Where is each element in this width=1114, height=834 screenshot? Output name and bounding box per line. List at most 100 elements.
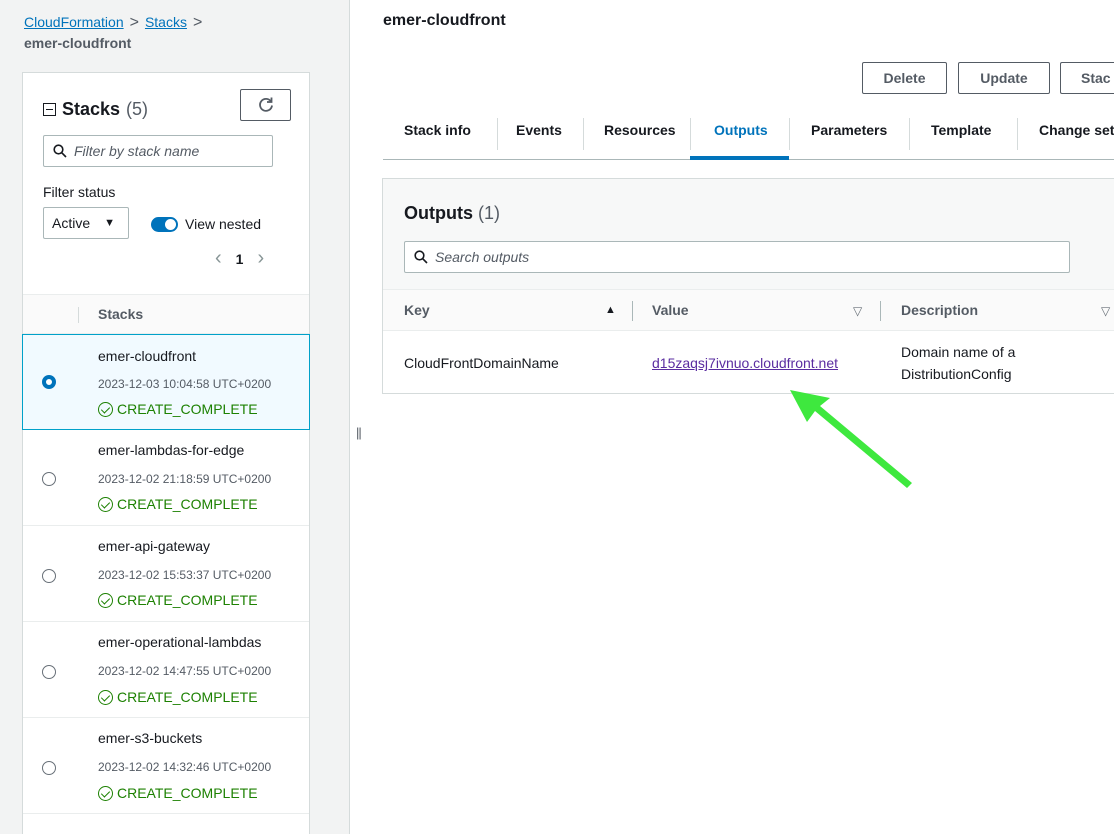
outputs-header: Outputs (1) Search outputs (383, 179, 1114, 289)
stack-name: emer-cloudfront (98, 348, 197, 364)
stack-row[interactable]: emer-api-gateway 2023-12-02 15:53:37 UTC… (23, 526, 309, 622)
tab-events[interactable]: Events (516, 122, 562, 138)
refresh-button[interactable] (240, 89, 291, 121)
check-circle-icon (98, 592, 113, 608)
stack-actions-button[interactable]: Stac (1060, 62, 1114, 94)
outputs-table-header: Key ▲ Value ▽ Description ▽ (383, 289, 1114, 331)
column-header-description[interactable]: Description (901, 302, 978, 318)
status-select[interactable]: Active ▼ (43, 207, 129, 239)
stack-name: emer-operational-lambdas (98, 634, 262, 650)
stack-row[interactable]: emer-operational-lambdas 2023-12-02 14:4… (23, 622, 309, 718)
active-tab-indicator (690, 156, 789, 160)
panel-resize-handle[interactable]: || (356, 425, 362, 440)
stack-date: 2023-12-03 10:04:58 UTC+0200 (98, 377, 272, 391)
tab-separator (583, 118, 584, 150)
column-divider (78, 307, 79, 323)
stack-row[interactable]: emer-cloudfront 2023-12-03 10:04:58 UTC+… (22, 334, 310, 430)
stack-radio[interactable] (42, 665, 56, 679)
filter-placeholder: Filter by stack name (74, 143, 200, 159)
page-number[interactable]: 1 (236, 251, 244, 267)
breadcrumb-stacks[interactable]: Stacks (145, 14, 187, 30)
view-nested-toggle[interactable] (151, 217, 178, 232)
column-separator (880, 301, 881, 321)
check-circle-icon (98, 401, 113, 417)
search-icon (414, 250, 428, 264)
stack-radio[interactable] (42, 375, 56, 389)
column-header-value[interactable]: Value (652, 302, 689, 318)
output-key: CloudFrontDomainName (404, 355, 559, 371)
check-circle-icon (98, 689, 113, 705)
sort-ascending-icon[interactable]: ▲ (605, 304, 616, 316)
tab-separator (909, 118, 910, 150)
tab-stack-info[interactable]: Stack info (404, 122, 471, 138)
stacks-title: Stacks (62, 99, 121, 119)
stack-row[interactable]: emer-lambdas-for-edge 2023-12-02 21:18:5… (23, 430, 309, 526)
breadcrumb: CloudFormation > Stacks > emer-cloudfront (24, 12, 208, 53)
breadcrumb-cloudformation[interactable]: CloudFormation (24, 14, 124, 30)
check-circle-icon (98, 785, 113, 801)
caret-down-icon: ▼ (104, 217, 116, 229)
stack-date: 2023-12-02 21:18:59 UTC+0200 (98, 472, 272, 486)
column-separator (632, 301, 633, 321)
chevron-right-icon[interactable]: › (257, 247, 264, 270)
outputs-title: Outputs (1) (404, 203, 500, 224)
output-value-link[interactable]: d15zaqsj7ivnuo.cloudfront.net (652, 355, 838, 371)
tab-separator (690, 118, 691, 150)
update-button[interactable]: Update (958, 62, 1050, 94)
outputs-count: (1) (478, 203, 500, 223)
column-header-key[interactable]: Key (404, 302, 430, 318)
status-label: CREATE_COMPLETE (117, 592, 258, 608)
outputs-title-text: Outputs (404, 203, 473, 223)
search-outputs-placeholder: Search outputs (435, 249, 530, 265)
search-outputs-input[interactable]: Search outputs (404, 241, 1070, 273)
tab-template[interactable]: Template (931, 122, 991, 138)
tab-change-sets[interactable]: Change set (1039, 122, 1114, 138)
stacks-card: Stacks (5) Filter by stack name Filter s… (22, 72, 310, 834)
tab-outputs[interactable]: Outputs (714, 122, 768, 138)
filter-status-label: Filter status (43, 184, 116, 200)
filter-stacks-input[interactable]: Filter by stack name (43, 135, 273, 167)
stack-date: 2023-12-02 14:47:55 UTC+0200 (98, 664, 272, 678)
stack-radio[interactable] (42, 761, 56, 775)
chevron-left-icon[interactable]: ‹ (215, 247, 222, 270)
stacks-column-header: Stacks (98, 306, 144, 322)
status-label: CREATE_COMPLETE (117, 689, 258, 705)
tab-bar: Stack info Events Resources Outputs Para… (383, 110, 1114, 160)
outputs-panel: Outputs (1) Search outputs Key ▲ Value ▽ … (382, 178, 1114, 394)
tab-separator (1017, 118, 1018, 150)
annotation-arrow (790, 390, 912, 488)
tab-parameters[interactable]: Parameters (811, 122, 887, 138)
stack-status: CREATE_COMPLETE (98, 496, 258, 512)
stacks-list-header: Stacks (23, 294, 309, 334)
stack-name: emer-api-gateway (98, 538, 211, 554)
stack-date: 2023-12-02 15:53:37 UTC+0200 (98, 568, 272, 582)
sort-icon[interactable]: ▽ (1101, 304, 1110, 318)
page-title: emer-cloudfront (383, 12, 506, 29)
refresh-icon (258, 97, 273, 112)
delete-button[interactable]: Delete (862, 62, 947, 94)
sort-icon[interactable]: ▽ (853, 304, 862, 318)
collapse-icon[interactable] (43, 103, 56, 116)
tab-separator (497, 118, 498, 150)
stack-radio[interactable] (42, 569, 56, 583)
stack-radio[interactable] (42, 472, 56, 486)
stack-status: CREATE_COMPLETE (98, 401, 258, 417)
stacks-header: Stacks (5) (43, 99, 148, 120)
stack-name: emer-lambdas-for-edge (98, 442, 245, 458)
tab-separator (789, 118, 790, 150)
status-label: CREATE_COMPLETE (117, 785, 258, 801)
tab-resources[interactable]: Resources (604, 122, 676, 138)
output-value: d15zaqsj7ivnuo.cloudfront.net (652, 355, 838, 371)
stack-status: CREATE_COMPLETE (98, 592, 258, 608)
status-label: CREATE_COMPLETE (117, 401, 258, 417)
stack-status: CREATE_COMPLETE (98, 785, 258, 801)
stack-status: CREATE_COMPLETE (98, 689, 258, 705)
breadcrumb-separator: > (192, 14, 203, 31)
status-select-value: Active (52, 215, 91, 231)
pagination: ‹ 1 › (215, 247, 264, 270)
breadcrumb-current: emer-cloudfront (24, 35, 132, 51)
stacks-panel: CloudFormation > Stacks > emer-cloudfront S… (0, 0, 350, 834)
search-icon (53, 144, 67, 158)
stack-row[interactable]: emer-s3-buckets 2023-12-02 14:32:46 UTC+… (23, 718, 309, 814)
output-description-line1: Domain name of a (901, 344, 1016, 360)
